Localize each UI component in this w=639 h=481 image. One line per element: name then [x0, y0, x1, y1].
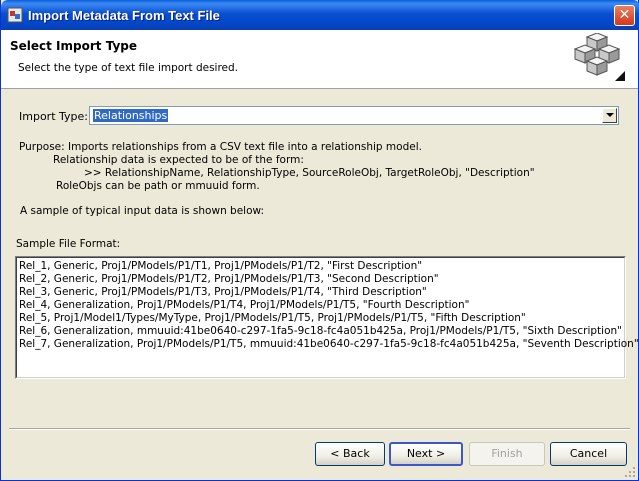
sample-line: Rel_3, Generic, Proj1/PModels/P1/T3, Pro…: [19, 286, 427, 298]
cubes-icon: [573, 33, 625, 81]
close-button[interactable]: ✕: [614, 5, 635, 26]
sample-intro-text: A sample of typical input data is shown …: [20, 205, 265, 217]
window-title: Import Metadata From Text File: [28, 8, 220, 23]
footer-divider: [9, 428, 630, 430]
cancel-button[interactable]: Cancel: [550, 442, 627, 466]
next-button[interactable]: Next >: [389, 442, 463, 466]
finish-button[interactable]: Finish: [469, 442, 545, 466]
resize-grip-icon[interactable]: [624, 466, 636, 478]
purpose-text: Purpose: Imports relationships from a CS…: [19, 141, 422, 153]
import-type-label: Import Type:: [19, 110, 88, 123]
sample-line: Rel_1, Generic, Proj1/PModels/P1/T1, Pro…: [19, 260, 423, 272]
chevron-down-icon: [606, 113, 614, 117]
purpose-form-text: Relationship data is expected to be of t…: [53, 154, 304, 166]
sample-format-label: Sample File Format:: [16, 238, 121, 250]
dropdown-button[interactable]: [602, 108, 617, 123]
purpose-format-text: >> RelationshipName, RelationshipType, S…: [84, 167, 535, 179]
app-icon: [7, 7, 23, 23]
back-button[interactable]: < Back: [315, 442, 385, 466]
sample-line: Rel_5, Proj1/Model1/Types/MyType, Proj1/…: [19, 312, 526, 324]
import-metadata-dialog: Import Metadata From Text File ✕ Select …: [0, 0, 639, 481]
page-title: Select Import Type: [10, 39, 138, 53]
sample-line: Rel_7, Generalization, Proj1/PModels/P1/…: [19, 338, 639, 350]
sample-line: Rel_2, Generic, Proj1/PModels/P1/T2, Pro…: [19, 273, 439, 285]
import-type-select[interactable]: Relationships: [89, 106, 619, 125]
sample-line: Rel_6, Generalization, mmuuid:41be0640-c…: [19, 325, 622, 337]
title-bar[interactable]: Import Metadata From Text File ✕: [1, 0, 639, 30]
purpose-roleobj-text: RoleObjs can be path or mmuuid form.: [56, 180, 260, 192]
import-type-value: Relationships: [93, 109, 169, 122]
sample-file-content: Rel_1, Generic, Proj1/PModels/P1/T1, Pro…: [16, 257, 639, 378]
page-description: Select the type of text file import desi…: [18, 62, 239, 74]
sample-file-textarea[interactable]: Rel_1, Generic, Proj1/PModels/P1/T1, Pro…: [15, 256, 639, 379]
wizard-banner: Select Import Type Select the type of te…: [1, 30, 638, 89]
close-icon: ✕: [618, 7, 631, 23]
sample-line: Rel_4, Generalization, Proj1/PModels/P1/…: [19, 299, 470, 311]
